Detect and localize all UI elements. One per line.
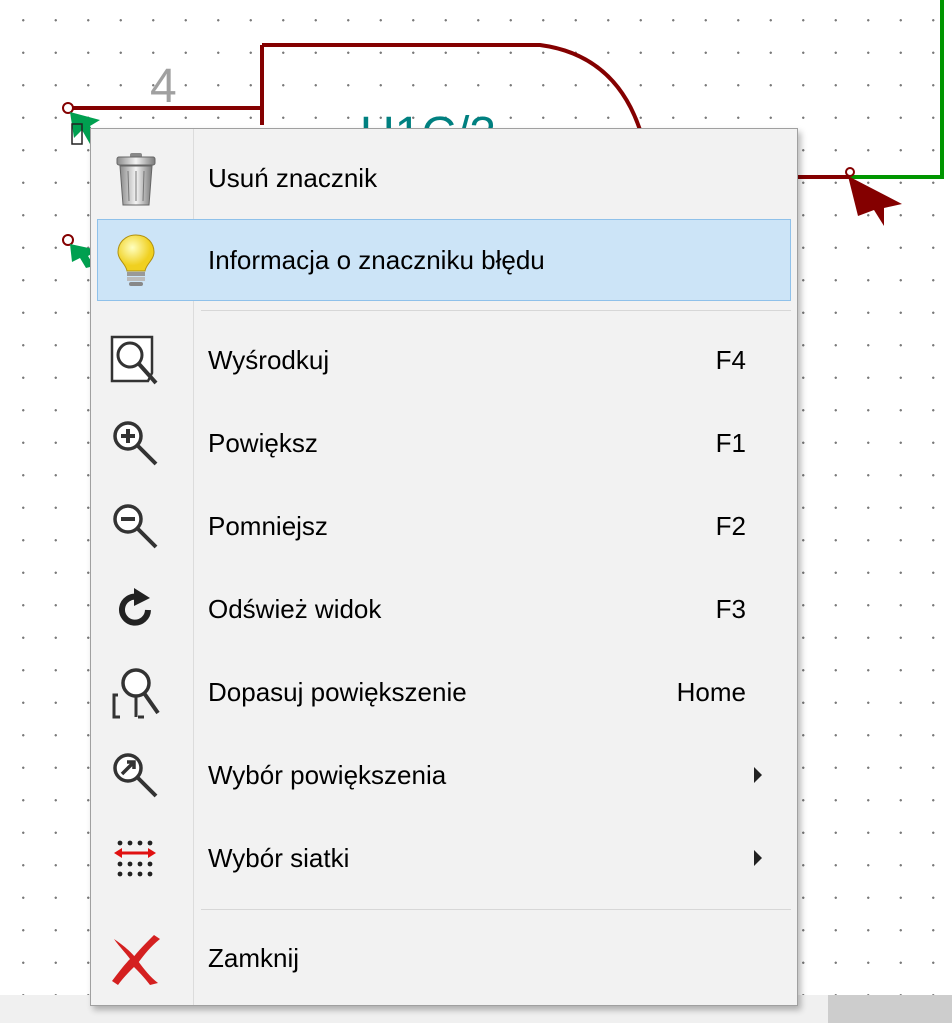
- menu-item-zoom-select[interactable]: Wybór powiększenia: [97, 734, 791, 816]
- menu-item-label: Zamknij: [208, 943, 300, 973]
- menu-item-zoom-out[interactable]: Pomniejsz F2: [97, 485, 791, 567]
- menu-item-shortcut: F2: [715, 511, 746, 541]
- zoom-fit-icon: [104, 661, 168, 725]
- menu-item-label: Odśwież widok: [208, 594, 382, 624]
- menu-item-label: Usuń znacznik: [208, 163, 378, 193]
- scrollbar-thumb[interactable]: [828, 995, 952, 1023]
- pin-dot-icon: [62, 234, 74, 246]
- menu-item-shortcut: F1: [715, 428, 746, 458]
- menu-item-label: Powiększ: [208, 428, 318, 458]
- lightbulb-icon: [104, 229, 168, 293]
- zoom-select-icon: [104, 744, 168, 808]
- menu-item-center[interactable]: Wyśrodkuj F4: [97, 319, 791, 401]
- menu-item-shortcut: F3: [715, 594, 746, 624]
- pin-number: 4: [150, 60, 177, 113]
- menu-item-label: Wybór siatki: [208, 843, 350, 873]
- context-menu: Usuń znacznik Informacja o znaczniku błę…: [90, 128, 798, 1006]
- trash-icon: [104, 147, 168, 211]
- menu-item-refresh[interactable]: Odśwież widok F3: [97, 568, 791, 650]
- menu-item-grid-select[interactable]: Wybór siatki: [97, 817, 791, 899]
- menu-item-marker-info[interactable]: Informacja o znaczniku błędu: [97, 219, 791, 301]
- menu-item-label: Wyśrodkuj: [208, 345, 330, 375]
- erc-marker-icon[interactable]: [848, 176, 902, 226]
- zoom-out-icon: [104, 495, 168, 559]
- menu-item-shortcut: F4: [715, 345, 746, 375]
- menu-separator: [201, 909, 791, 910]
- menu-item-zoom-in[interactable]: Powiększ F1: [97, 402, 791, 484]
- menu-item-label: Pomniejsz: [208, 511, 328, 541]
- menu-separator: [201, 310, 791, 311]
- zoom-center-icon: [104, 329, 168, 393]
- grid-icon: [104, 827, 168, 891]
- menu-item-zoom-fit[interactable]: Dopasuj powiększenie Home: [97, 651, 791, 733]
- menu-item-label: Wybór powiększenia: [208, 760, 447, 790]
- submenu-arrow-icon: [754, 767, 762, 783]
- menu-item-label: Dopasuj powiększenie: [208, 677, 467, 707]
- menu-item-close[interactable]: Zamknij: [97, 917, 791, 999]
- menu-item-shortcut: Home: [676, 677, 746, 707]
- pin-dot-icon: [62, 102, 74, 114]
- refresh-icon: [104, 578, 168, 642]
- menu-item-label: Informacja o znaczniku błędu: [208, 245, 545, 275]
- pin-dot-icon: [845, 167, 855, 177]
- zoom-in-icon: [104, 412, 168, 476]
- close-icon: [104, 927, 168, 991]
- submenu-arrow-icon: [754, 850, 762, 866]
- menu-item-delete-marker[interactable]: Usuń znacznik: [97, 137, 791, 219]
